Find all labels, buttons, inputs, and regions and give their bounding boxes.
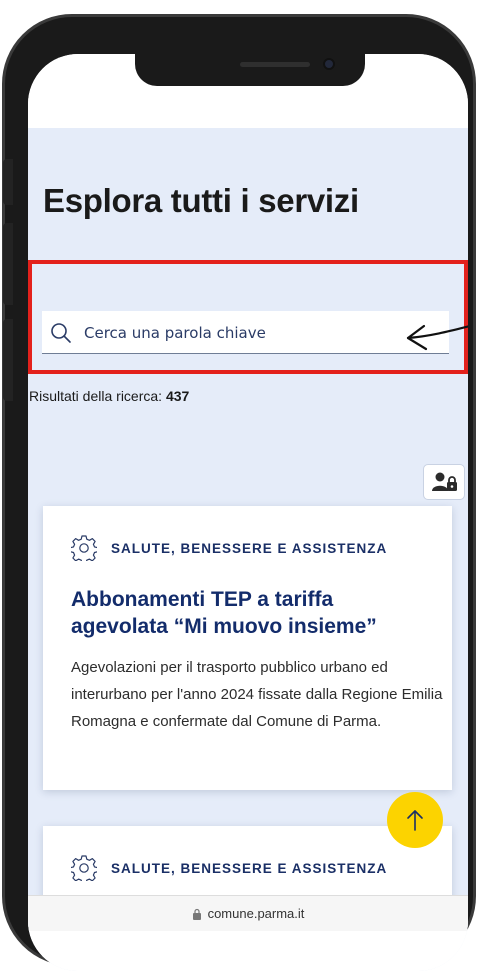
card-category-label: SALUTE, BENESSERE E ASSISTENZA — [111, 540, 388, 556]
browser-url-text: comune.parma.it — [207, 906, 305, 921]
phone-camera — [323, 58, 335, 70]
back-to-top-button[interactable] — [387, 792, 443, 848]
phone-speaker — [240, 62, 310, 67]
search-input[interactable] — [82, 320, 422, 346]
search-box[interactable] — [42, 311, 449, 354]
arrow-up-icon — [407, 810, 423, 831]
user-lock-button[interactable] — [423, 464, 465, 500]
card-title[interactable]: Abbonamenti TEP a tariffa agevolata “Mi … — [71, 586, 431, 640]
card-category-label: SALUTE, BENESSERE E ASSISTENZA — [111, 860, 388, 876]
page-title: Esplora tutti i servizi — [43, 182, 359, 219]
results-count: 437 — [165, 388, 190, 404]
card-category[interactable]: SALUTE, BENESSERE E ASSISTENZA — [71, 535, 387, 561]
service-card[interactable]: SALUTE, BENESSERE E ASSISTENZA Abbonamen… — [43, 506, 452, 790]
phone-screen: Esplora tutti i servizi Risultati della … — [28, 54, 468, 971]
results-summary: Risultati della ricerca: 437 — [29, 388, 189, 404]
card-category[interactable]: SALUTE, BENESSERE E ASSISTENZA — [71, 855, 387, 881]
user-lock-icon — [432, 472, 457, 491]
gear-icon — [71, 855, 97, 881]
phone-frame: Esplora tutti i servizi Risultati della … — [2, 14, 476, 971]
phone-volume-up-button — [3, 223, 13, 305]
search-icon — [51, 323, 71, 343]
lock-icon — [192, 908, 201, 920]
screen-bottom-area — [28, 931, 468, 971]
phone-notch — [135, 54, 365, 86]
card-description: Agevolazioni per il trasporto pubblico u… — [71, 659, 443, 730]
phone-volume-down-button — [3, 319, 13, 401]
gear-icon — [71, 535, 97, 561]
phone-mute-switch — [3, 159, 13, 205]
results-label: Risultati della ricerca: — [29, 388, 163, 404]
browser-url-bar[interactable]: comune.parma.it — [28, 895, 468, 931]
